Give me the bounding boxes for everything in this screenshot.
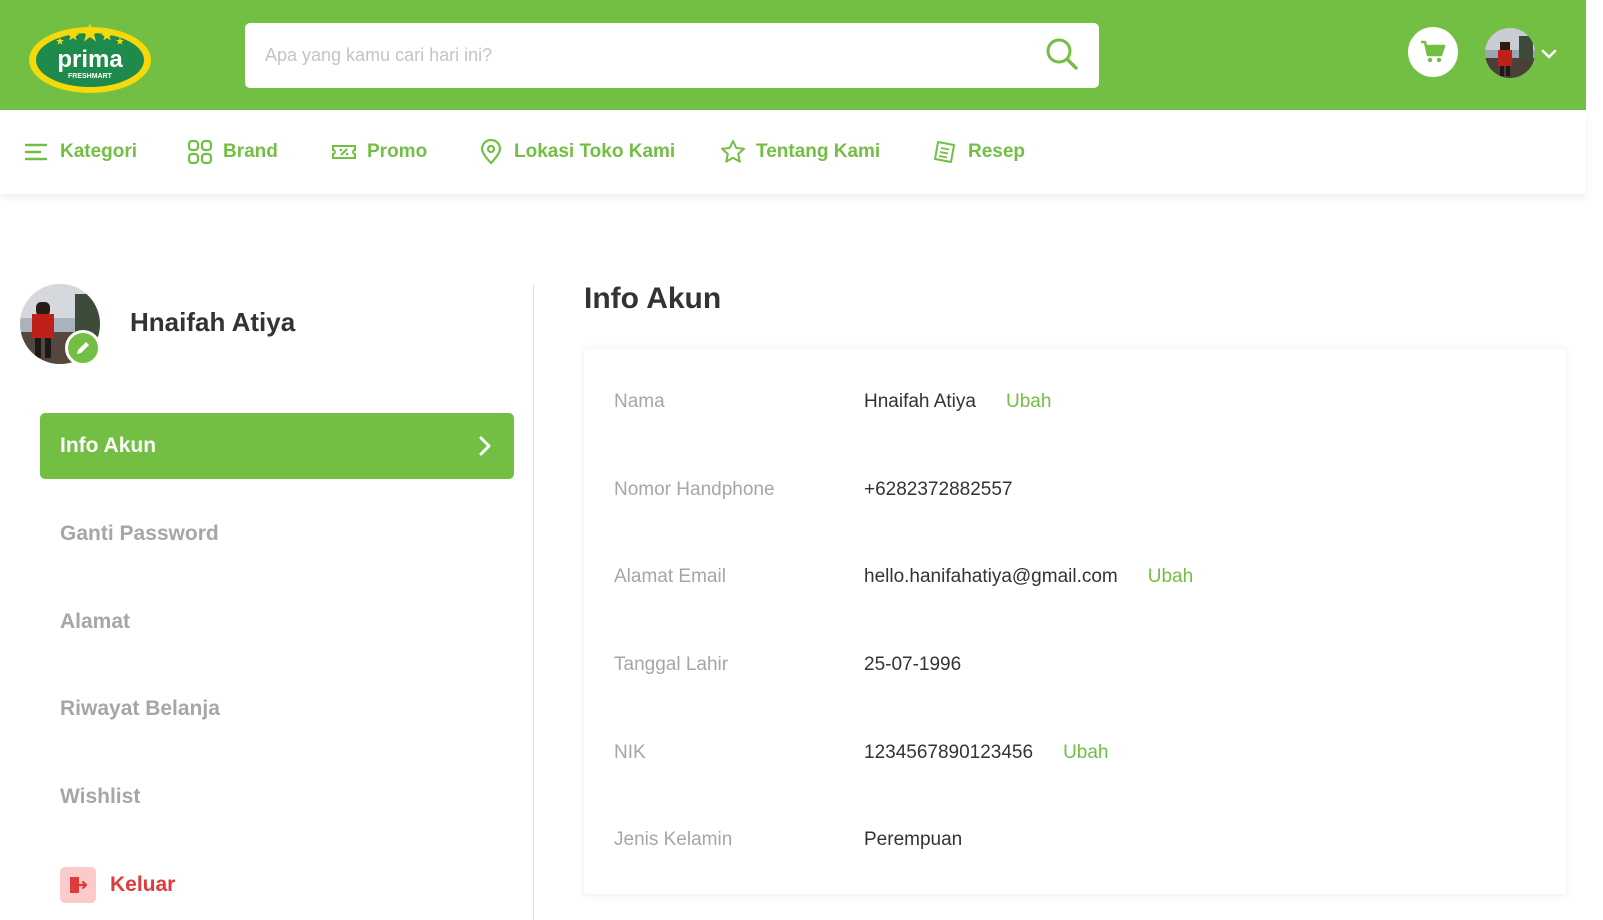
info-row-nik: NIK 1234567890123456 Ubah: [614, 738, 1534, 768]
field-label: Nomor Handphone: [614, 479, 775, 500]
search-bar: [245, 23, 1099, 88]
menu-item-riwayat-belanja[interactable]: Riwayat Belanja: [40, 676, 514, 742]
info-row-nama: Nama Hnaifah Atiya Ubah: [614, 387, 1534, 417]
name-value: Hnaifah Atiya: [864, 391, 976, 412]
gender-value: Perempuan: [864, 829, 963, 850]
menu-item-ganti-password[interactable]: Ganti Password: [40, 501, 514, 567]
profile-name: Hnaifah Atiya: [130, 307, 296, 337]
search-button[interactable]: [1045, 37, 1081, 73]
phone-value: +6282372882557: [864, 479, 1013, 500]
field-label: Nama: [614, 391, 665, 412]
grid-icon: [187, 139, 213, 165]
edit-name-link[interactable]: Ubah: [1006, 391, 1051, 412]
page-title: Info Akun: [584, 282, 722, 315]
nav-item-kategori[interactable]: Kategori: [24, 136, 137, 168]
field-value: 1234567890123456 Ubah: [864, 742, 1109, 764]
email-value: hello.hanifahatiya@gmail.com: [864, 566, 1118, 587]
menu-item-label: Wishlist: [60, 785, 141, 808]
menu-item-label: Riwayat Belanja: [60, 697, 220, 720]
nav-item-resep[interactable]: Resep: [932, 136, 1025, 168]
pencil-icon: [77, 342, 89, 354]
account-info-card: Nama Hnaifah Atiya Ubah Nomor Handphone +…: [584, 349, 1566, 894]
chevron-right-icon: [479, 436, 491, 456]
prima-freshmart-logo[interactable]: prima FRESHMART: [28, 20, 152, 94]
chevron-down-icon: [1541, 49, 1557, 59]
birthdate-value: 25-07-1996: [864, 654, 962, 675]
nav-item-label: Promo: [367, 141, 428, 162]
map-pin-icon: [480, 139, 502, 165]
edit-nik-link[interactable]: Ubah: [1063, 742, 1108, 763]
field-value: Hnaifah Atiya Ubah: [864, 391, 1051, 413]
logout-icon: [60, 867, 96, 903]
info-row-alamat-email: Alamat Email hello.hanifahatiya@gmail.co…: [614, 562, 1534, 592]
nav-item-tentang[interactable]: Tentang Kami: [720, 136, 880, 168]
category-nav-bar: Kategori Brand Promo Lokasi Toko Kami Te…: [0, 110, 1586, 194]
menu-item-alamat[interactable]: Alamat: [40, 589, 514, 655]
info-row-tanggal-lahir: Tanggal Lahir 25-07-1996: [614, 650, 1534, 680]
user-avatar[interactable]: [1485, 28, 1535, 78]
logo-text: prima: [57, 46, 123, 73]
field-label: Tanggal Lahir: [614, 654, 729, 675]
edit-email-link[interactable]: Ubah: [1148, 566, 1193, 587]
nav-item-label: Brand: [223, 141, 278, 162]
menu-item-label: Alamat: [60, 610, 131, 633]
menu-lines-icon: [24, 143, 48, 161]
cart-button[interactable]: [1408, 27, 1458, 77]
field-value: hello.hanifahatiya@gmail.com Ubah: [864, 566, 1193, 588]
sidebar-divider: [533, 284, 534, 920]
logout-button[interactable]: Keluar: [40, 852, 514, 918]
logout-label: Keluar: [110, 873, 176, 896]
edit-avatar-button[interactable]: [65, 330, 101, 366]
info-row-nomor-handphone: Nomor Handphone +6282372882557: [614, 475, 1534, 505]
menu-item-label: Ganti Password: [60, 522, 219, 545]
menu-item-info-akun[interactable]: Info Akun: [40, 413, 514, 479]
nav-item-promo[interactable]: Promo: [331, 136, 427, 168]
nav-item-lokasi[interactable]: Lokasi Toko Kami: [478, 136, 675, 168]
field-label: NIK: [614, 742, 646, 763]
top-header: prima FRESHMART: [0, 0, 1586, 110]
user-menu-toggle[interactable]: [1541, 47, 1557, 59]
search-input[interactable]: [245, 23, 1025, 88]
cart-icon: [1421, 40, 1446, 63]
nav-item-brand[interactable]: Brand: [187, 136, 278, 168]
field-label: Jenis Kelamin: [614, 829, 733, 850]
ticket-icon: [332, 145, 356, 159]
star-icon: [721, 140, 745, 163]
field-label: Alamat Email: [614, 566, 726, 587]
nik-value: 1234567890123456: [864, 742, 1034, 763]
menu-item-wishlist[interactable]: Wishlist: [40, 764, 514, 830]
menu-item-label: Info Akun: [60, 434, 157, 457]
nav-item-label: Resep: [968, 141, 1026, 162]
nav-item-label: Kategori: [60, 141, 138, 162]
nav-item-label: Tentang Kami: [756, 141, 881, 162]
info-row-jenis-kelamin: Jenis Kelamin Perempuan: [614, 825, 1534, 855]
recipe-icon: [934, 141, 955, 163]
logo-subtext: FRESHMART: [68, 73, 113, 80]
nav-item-label: Lokasi Toko Kami: [514, 141, 676, 162]
search-icon: [1046, 38, 1078, 70]
